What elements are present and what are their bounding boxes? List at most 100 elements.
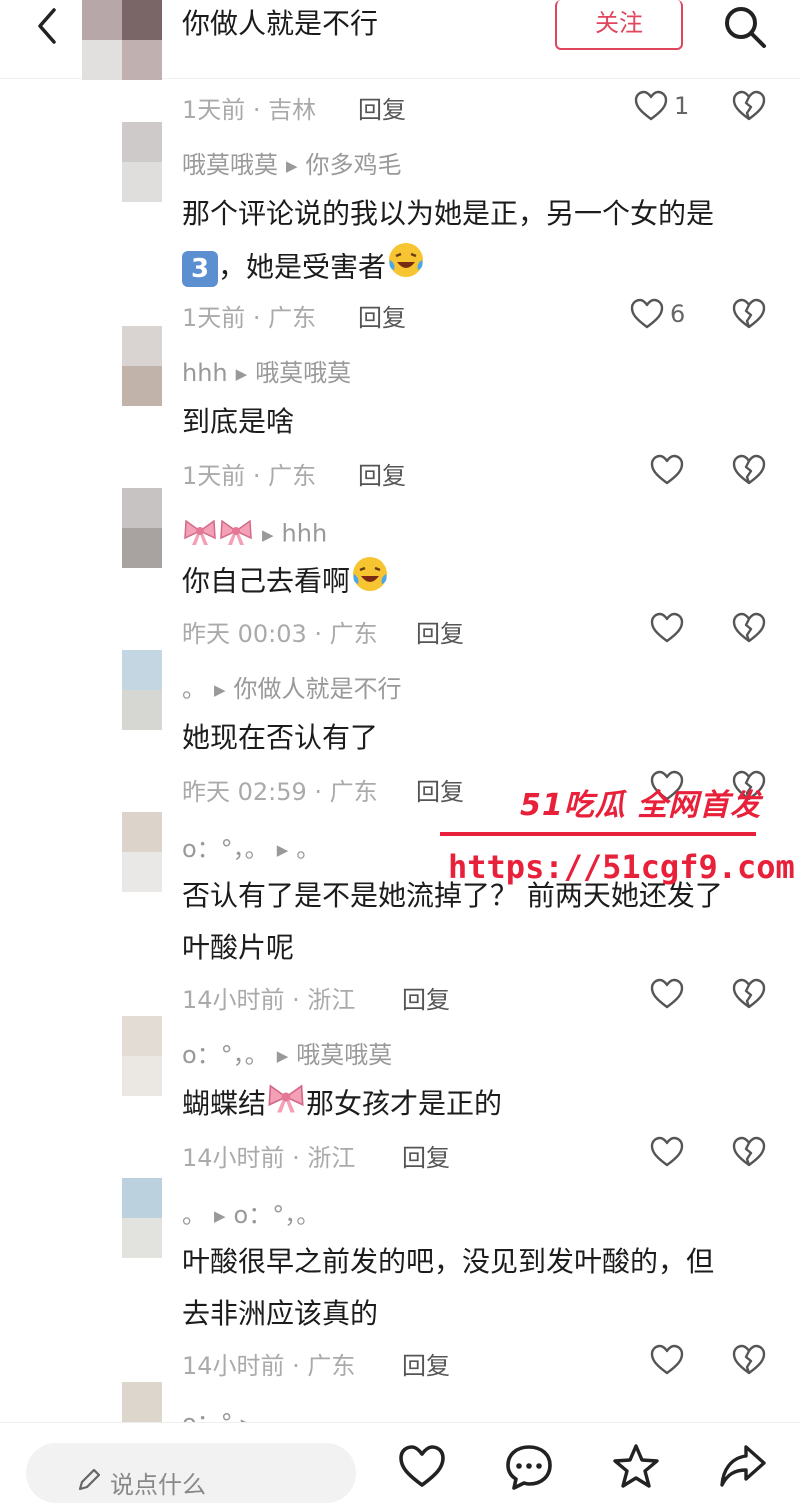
reply-button[interactable]: 回复 xyxy=(358,456,406,491)
comment-meta: 昨天 02:59 · 广东 xyxy=(182,778,378,806)
watermark-divider xyxy=(440,832,756,836)
comment-item: ▶ hhh 你自己去看啊 昨天 00:03 · 广东 回复 xyxy=(0,488,800,648)
comment-meta: 1天前 · 广东 xyxy=(182,462,317,490)
avatar[interactable] xyxy=(122,812,162,892)
like-button[interactable] xyxy=(650,1136,686,1170)
username[interactable]: o：°，。 xyxy=(182,835,269,863)
username[interactable]: 。 xyxy=(182,1201,206,1229)
username[interactable]: 哦莫哦莫 xyxy=(182,151,278,179)
avatar[interactable] xyxy=(122,122,162,202)
like-button[interactable] xyxy=(650,978,686,1012)
comment-bubble-icon[interactable] xyxy=(504,1443,552,1491)
dislike-button[interactable] xyxy=(732,612,768,646)
pencil-icon xyxy=(76,1467,102,1497)
comment-text-line: 那个评论说的我以为她是正，另一个女的是 xyxy=(182,197,715,230)
comment-header: 哦莫哦莫 ▶ 你多鸡毛 xyxy=(182,150,402,181)
comment-text-line: 去非洲应该真的 xyxy=(182,1297,379,1330)
reply-arrow-icon: ▶ xyxy=(235,365,248,383)
ribbon-bow-emoji xyxy=(218,516,254,553)
reply-to-username[interactable]: 哦莫哦莫 xyxy=(296,1041,392,1069)
back-arrow-icon[interactable] xyxy=(30,6,70,46)
heart-icon xyxy=(650,454,684,485)
comment-text-line: 3 ，她是受害者 xyxy=(182,240,772,297)
reply-button[interactable]: 回复 xyxy=(402,1346,450,1381)
broken-heart-icon xyxy=(732,612,766,643)
comment-header: ▶ hhh xyxy=(182,516,327,553)
avatar[interactable] xyxy=(122,488,162,568)
heart-icon xyxy=(650,1344,684,1375)
reply-button[interactable]: 回复 xyxy=(358,90,406,125)
reply-button[interactable]: 回复 xyxy=(416,614,464,649)
comment-header: 。 ▶ o：°，。 xyxy=(182,1200,320,1231)
broken-heart-icon xyxy=(732,1344,766,1375)
reply-to-username[interactable]: hhh xyxy=(282,520,328,548)
heart-icon xyxy=(650,978,684,1009)
comment-text: 她现在否认有了 xyxy=(182,721,379,754)
dislike-button[interactable] xyxy=(732,90,768,124)
crying-laughing-emoji xyxy=(350,554,390,611)
broken-heart-icon xyxy=(732,454,766,485)
page-title: 你做人就是不行 xyxy=(182,7,379,40)
dislike-button[interactable] xyxy=(732,454,768,488)
author-avatar[interactable] xyxy=(82,0,162,80)
search-icon[interactable] xyxy=(720,2,768,50)
reply-button[interactable]: 回复 xyxy=(402,980,450,1015)
crying-laughing-emoji xyxy=(386,240,426,297)
comment-item: 哦莫哦莫 ▶ 你多鸡毛 那个评论说的我以为她是正，另一个女的是 3 ，她是受害者 1天… xyxy=(0,122,800,342)
comment-text: 到底是啥 xyxy=(182,405,295,438)
comment-meta: 14小时前 · 浙江 xyxy=(182,986,356,1014)
reply-button[interactable]: 回复 xyxy=(416,772,464,807)
comment-text: 你自己去看啊 xyxy=(182,554,772,611)
dislike-button[interactable] xyxy=(732,1344,768,1378)
reply-to-username[interactable]: 你多鸡毛 xyxy=(306,151,402,179)
reply-to-username[interactable]: o：°，。 xyxy=(234,1201,321,1229)
ribbon-bow-emoji xyxy=(266,1079,306,1131)
dislike-button[interactable] xyxy=(732,1136,768,1170)
avatar[interactable] xyxy=(122,1016,162,1096)
ribbon-bow-emoji xyxy=(182,516,218,553)
comment-item: hhh ▶ 哦莫哦莫 到底是啥 1天前 · 广东 回复 xyxy=(0,326,800,490)
avatar[interactable] xyxy=(122,650,162,730)
heart-icon xyxy=(650,1136,684,1167)
username[interactable] xyxy=(182,519,254,548)
reply-arrow-icon: ▶ xyxy=(276,841,289,859)
avatar[interactable] xyxy=(122,1178,162,1258)
comment-input[interactable]: 说点什么 xyxy=(26,1443,356,1503)
like-button[interactable]: 1 xyxy=(634,90,690,124)
heart-icon xyxy=(650,612,684,643)
comment-header: 。 ▶ 你做人就是不行 xyxy=(182,674,402,705)
comment-item: o：°，。 ▶。 否认有了是不是她流掉了？ 前两天她还发了 叶酸片呢 14小时前 … xyxy=(0,812,800,1020)
avatar[interactable] xyxy=(122,326,162,406)
reply-arrow-icon: ▶ xyxy=(214,681,226,699)
reply-to-username[interactable]: 你做人就是不行 xyxy=(234,675,402,703)
comment-text: 叶酸很早之前发的吧，没见到发叶酸的，但 去非洲应该真的 xyxy=(182,1236,772,1340)
reply-arrow-icon: ▶ xyxy=(262,525,274,544)
reply-to-username[interactable]: 哦莫哦莫 xyxy=(255,359,351,387)
reply-button[interactable]: 回复 xyxy=(402,1138,450,1173)
broken-heart-icon xyxy=(732,978,766,1009)
like-button[interactable] xyxy=(650,612,686,646)
comment-text: 蝴蝶结 那女孩才是正的 xyxy=(182,1078,772,1131)
comment-text-line: 叶酸很早之前发的吧，没见到发叶酸的，但 xyxy=(182,1245,715,1278)
favorite-star-icon[interactable] xyxy=(612,1443,660,1491)
share-arrow-icon[interactable] xyxy=(718,1443,766,1491)
follow-button[interactable]: 关注 xyxy=(555,0,683,50)
comment-meta: 昨天 00:03 · 广东 xyxy=(182,620,378,648)
reply-to-username[interactable]: 。 xyxy=(296,835,320,863)
username[interactable]: hhh xyxy=(182,359,228,387)
like-post-heart-icon[interactable] xyxy=(398,1443,446,1491)
keycap-3-emoji: 3 xyxy=(182,250,218,287)
like-button[interactable] xyxy=(650,454,686,488)
username[interactable]: 。 xyxy=(182,675,206,703)
broken-heart-icon xyxy=(732,1136,766,1167)
username[interactable]: o：°，。 xyxy=(182,1041,269,1069)
reply-arrow-icon: ▶ xyxy=(276,1047,289,1065)
comment-text-line: 叶酸片呢 xyxy=(182,931,295,964)
comment-item: 。 ▶ o：°，。 叶酸很早之前发的吧，没见到发叶酸的，但 去非洲应该真的 14小时… xyxy=(0,1178,800,1388)
comment-meta: 14小时前 · 广东 xyxy=(182,1352,356,1380)
like-button[interactable] xyxy=(650,1344,686,1378)
dislike-button[interactable] xyxy=(732,978,768,1012)
comment-text: 那个评论说的我以为她是正，另一个女的是 3 ，她是受害者 xyxy=(182,188,772,297)
watermark-title: 51吃瓜 全网首发 xyxy=(520,788,762,823)
comment-meta: 14小时前 · 浙江 xyxy=(182,1144,356,1172)
